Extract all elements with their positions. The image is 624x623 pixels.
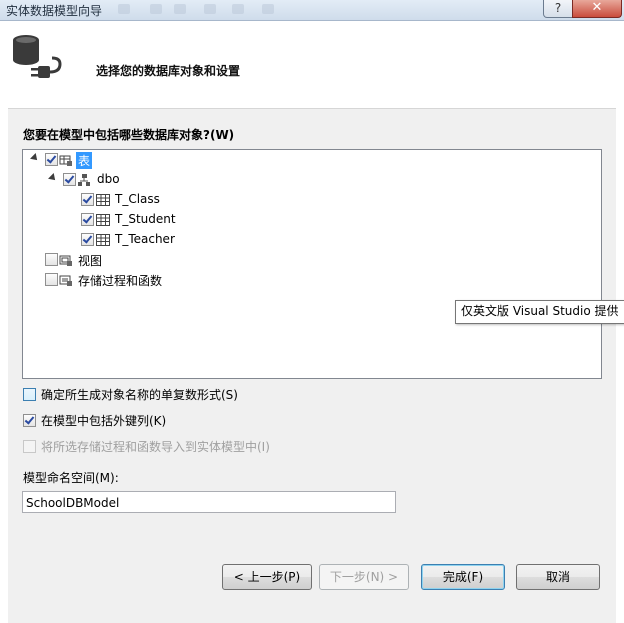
tooltip: 仅英文版 Visual Studio 提供 <box>455 300 624 324</box>
procedures-label: 存储过程和函数 <box>78 274 163 288</box>
ghost-toolbar-icon <box>150 4 162 14</box>
schema-label: dbo <box>97 172 120 186</box>
tree-node-table[interactable]: T_Class <box>23 191 223 209</box>
next-button[interactable]: 下一步(N) > <box>319 564 409 590</box>
expand-arrow-icon[interactable] <box>30 153 40 163</box>
tree-node-views[interactable]: 视图 <box>23 251 223 269</box>
tables-folder-icon <box>59 155 72 166</box>
close-button[interactable]: ✕ <box>572 0 622 18</box>
ghost-toolbar-icon <box>232 4 244 14</box>
procedures-checkbox[interactable] <box>45 273 58 286</box>
table-icon <box>96 194 110 206</box>
table-icon <box>96 234 110 246</box>
wizard-content: 您要在模型中包括哪些数据库对象?(W) 表 dbo T_Class T_Stud… <box>8 108 616 623</box>
help-button[interactable]: ? <box>543 0 573 18</box>
tables-checkbox[interactable] <box>45 153 58 166</box>
import-procedures-checkbox[interactable] <box>23 440 36 453</box>
back-button[interactable]: < 上一步(P) <box>222 564 312 590</box>
table-label: T_Teacher <box>115 232 175 246</box>
tree-node-table[interactable]: T_Teacher <box>23 231 223 249</box>
tree-node-schema[interactable]: dbo <box>23 171 223 189</box>
wizard-header: 选择您的数据库对象和设置 <box>8 22 616 108</box>
table-checkbox[interactable] <box>81 193 94 206</box>
table-label: T_Student <box>115 212 176 226</box>
namespace-input[interactable]: SchoolDBModel <box>22 491 396 513</box>
database-connection-icon <box>13 35 62 78</box>
pluralize-checkbox[interactable] <box>23 388 36 401</box>
header-title: 选择您的数据库对象和设置 <box>96 64 241 78</box>
ghost-toolbar-icon <box>174 4 186 14</box>
tables-label: 表 <box>76 152 93 169</box>
tree-node-tables[interactable]: 表 <box>23 151 223 169</box>
ghost-toolbar-icon <box>118 4 130 14</box>
tree-node-table[interactable]: T_Student <box>23 211 223 229</box>
tree-node-procedures[interactable]: 存储过程和函数 <box>23 271 223 289</box>
pluralize-label[interactable]: 确定所生成对象名称的单复数形式(S) <box>41 386 238 403</box>
views-folder-icon <box>59 255 72 266</box>
foreign-keys-label[interactable]: 在模型中包括外键列(K) <box>41 412 166 429</box>
expand-arrow-icon[interactable] <box>48 173 58 183</box>
table-checkbox[interactable] <box>81 213 94 226</box>
ghost-toolbar-icon <box>204 4 216 14</box>
schema-icon <box>78 174 90 186</box>
procedures-folder-icon <box>59 275 72 286</box>
schema-checkbox[interactable] <box>63 173 76 186</box>
table-label: T_Class <box>115 192 160 206</box>
objects-prompt-label: 您要在模型中包括哪些数据库对象?(W) <box>23 128 235 142</box>
foreign-keys-checkbox[interactable] <box>23 414 36 427</box>
window-title: 实体数据模型向导 <box>6 4 103 18</box>
table-checkbox[interactable] <box>81 233 94 246</box>
finish-button[interactable]: 完成(F) <box>421 564 505 590</box>
views-label: 视图 <box>78 254 103 268</box>
table-icon <box>96 214 110 226</box>
cancel-button[interactable]: 取消 <box>516 564 600 590</box>
import-procedures-label: 将所选存储过程和函数导入到实体模型中(I) <box>41 440 270 454</box>
views-checkbox[interactable] <box>45 253 58 266</box>
ghost-toolbar-icon <box>262 4 274 14</box>
title-bar: 实体数据模型向导 ? ✕ <box>0 0 624 21</box>
namespace-label: 模型命名空间(M): <box>23 471 119 485</box>
database-objects-tree[interactable]: 表 dbo T_Class T_Student T_Teacher 视图 存储过… <box>22 149 602 379</box>
